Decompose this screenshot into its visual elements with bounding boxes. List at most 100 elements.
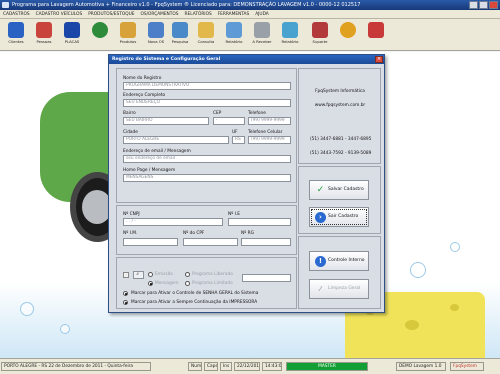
status-date: 22/12/2011 (234, 362, 260, 371)
cnpj-label: Nº CNPJ (123, 212, 140, 217)
uf-label: UF (232, 130, 238, 135)
homepage-label: Home Page / Mensagem (123, 168, 176, 173)
action-buttons-group: ✓ Salvar Cadastro › Sair Cadastro (298, 166, 381, 234)
option-value-field[interactable] (242, 274, 291, 282)
senha-radio[interactable] (123, 291, 128, 296)
tax-ids-group: Nº CNPJ Nº I.E . . / - Nº I.M. Nº do CPF… (116, 205, 297, 255)
nome-field[interactable]: PROGRAMA DEMONSTRATIVO (123, 82, 291, 90)
bairro-field[interactable]: SEU BAIRRO (123, 117, 209, 125)
impressora-radio[interactable] (123, 300, 128, 305)
save-button[interactable]: ✓ Salvar Cadastro (309, 180, 369, 200)
toolbar-pessoas-button[interactable]: Pessoas (30, 20, 58, 50)
cpf-field[interactable] (183, 238, 238, 246)
ie-field[interactable] (228, 218, 291, 226)
company-name: FpqSystem Informática (315, 89, 365, 94)
cpf-label: Nº do CPF (183, 231, 205, 236)
exit-icon (368, 22, 384, 38)
programa-liberado-radio[interactable] (185, 272, 190, 277)
status-brand: FpqSystem (450, 362, 484, 371)
toolbar-clock-button[interactable] (86, 20, 114, 50)
senha-label: Marcar para Ativar o Controle de SENHA G… (131, 291, 259, 296)
menu-ferramentas[interactable]: FERRAMENTAS (218, 10, 250, 18)
dialog-close-button[interactable]: × (375, 56, 383, 63)
control-button-label: Controle Interno (328, 258, 365, 263)
sponge-hole (405, 320, 419, 330)
report2-icon (282, 22, 298, 38)
registration-group: Nome do Registro PROGRAMA DEMONSTRATIVO … (116, 68, 297, 203)
impressora-label: Marcar para Ativar a Sempre Continuação … (131, 300, 258, 305)
company-phone-2: (51) 3443-7592 - 9139-5089 (310, 151, 372, 156)
email-field[interactable]: seu endereço de email (123, 155, 291, 163)
cep-field[interactable]: - (213, 117, 245, 125)
company-info-group: FpqSystem Informática www.fpqsystem.com.… (298, 68, 381, 164)
menu-relatorios[interactable]: RELATÓRIOS (185, 10, 212, 18)
close-window-button[interactable] (489, 1, 498, 9)
app-icon (2, 2, 9, 8)
cnpj-field[interactable]: . . / - (123, 218, 223, 226)
menu-cadastro-veiculos[interactable]: CADASTRO VEÍCULOS (36, 10, 83, 18)
status-caps: Caps (204, 362, 218, 371)
status-user: MASTER (286, 362, 368, 371)
toolbar-clientes-button[interactable]: Clientes (2, 20, 30, 50)
toolbar-consulta-button[interactable]: Consulta (192, 20, 220, 50)
uf-field[interactable]: RS (232, 136, 245, 144)
homepage-field[interactable]: MENSAGENS (123, 174, 291, 182)
new-order-icon (148, 22, 164, 38)
box-icon (120, 22, 136, 38)
menu-produtos-estoque[interactable]: PRODUTOS/ESTOQUE (88, 10, 134, 18)
toolbar-relatorio-button[interactable]: Relatório (220, 20, 248, 50)
clear-button-label: Limpeza Geral (328, 286, 361, 291)
cidade-field[interactable]: PORTO ALEGRE (123, 136, 229, 144)
menu-os-orcamentos[interactable]: OS/ORÇAMENTOS (140, 10, 178, 18)
toolbar-placas-button[interactable]: PLACAS (58, 20, 86, 50)
rg-field[interactable] (241, 238, 291, 246)
receivable-icon (254, 22, 270, 38)
programa-limitado-radio[interactable] (185, 281, 190, 286)
toolbar-a-receber-button[interactable]: A Receber (248, 20, 276, 50)
bubble-decoration (60, 324, 70, 334)
email-label: Endereço de email / Mensagem (123, 149, 191, 154)
toolbar-exit-button[interactable] (362, 20, 390, 50)
exit-button-label: Sair Cadastro (328, 214, 359, 219)
quantity-spinner[interactable]: 3 (133, 271, 144, 279)
power-icon: ! (315, 256, 326, 267)
endereco-field[interactable]: SEU ENDEREÇO (123, 99, 291, 107)
bairro-label: Bairro (123, 111, 136, 116)
statusbar: PORTO ALEGRE - RS 22 de Dezembro de 2011… (0, 358, 500, 374)
control-buttons-group: ! Controle Interno ⁄ Limpeza Geral (298, 236, 381, 309)
mensagem-radio[interactable] (148, 281, 153, 286)
bubble-decoration (20, 302, 34, 316)
support-icon (312, 22, 328, 38)
telefone-field[interactable]: (99) 9999-9999 (248, 117, 291, 125)
menu-ajuda[interactable]: AJUDA (255, 10, 269, 18)
toolbar-relatorio2-button[interactable]: Relatório (276, 20, 304, 50)
maximize-button[interactable] (479, 1, 488, 9)
toolbar-suporte-button[interactable]: Suporte (306, 20, 334, 50)
car-icon (64, 22, 80, 38)
minimize-button[interactable] (469, 1, 478, 9)
telefone-label: Telefone (248, 111, 266, 116)
menu-cadastros[interactable]: CADASTROS (3, 10, 30, 18)
emissao-radio[interactable] (148, 272, 153, 277)
status-num: Num (188, 362, 202, 371)
status-location-date: PORTO ALEGRE - RS 22 de Dezembro de 2011… (1, 362, 151, 371)
option-checkbox[interactable] (123, 272, 129, 278)
exit-button[interactable]: › Sair Cadastro (309, 207, 369, 227)
celular-field[interactable]: (99) 9999-9999 (248, 136, 291, 144)
toolbar-pesquisa-button[interactable]: Pesquisa (166, 20, 194, 50)
search-icon (172, 22, 188, 38)
im-field[interactable] (123, 238, 178, 246)
window-titlebar: Programa para Lavagem Automotiva + Finan… (0, 0, 500, 10)
bubble-decoration (450, 242, 460, 252)
checkmark-icon: ✓ (316, 185, 325, 195)
status-version: DEMO Lavagem 1.0 (396, 362, 446, 371)
people-icon (36, 22, 52, 38)
window-title: Programa para Lavagem Automotiva + Finan… (12, 2, 361, 8)
control-interno-button[interactable]: ! Controle Interno (309, 251, 369, 271)
sponge-hole (450, 304, 459, 311)
limpeza-geral-button[interactable]: ⁄ Limpeza Geral (309, 279, 369, 299)
toolbar-settings-button[interactable] (334, 20, 362, 50)
toolbar-produtos-button[interactable]: Produtos (114, 20, 142, 50)
gear-icon (340, 22, 356, 38)
programa-liberado-label: Programa Liberado (192, 272, 233, 277)
